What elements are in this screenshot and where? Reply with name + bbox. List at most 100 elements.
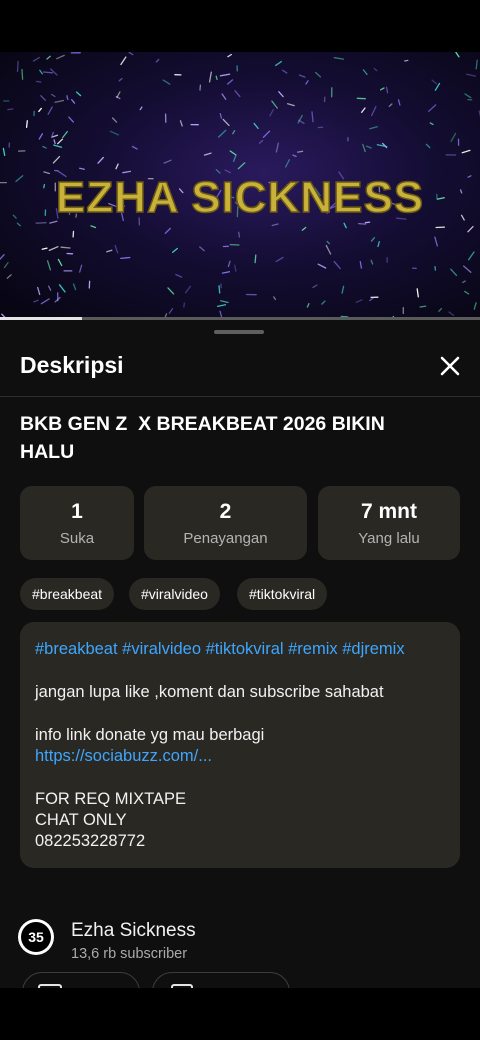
- description-hashtags[interactable]: #breakbeat #viralvideo #tiktokviral #rem…: [35, 640, 405, 659]
- status-bar: [0, 0, 480, 52]
- about-button[interactable]: [152, 972, 290, 988]
- particle: [281, 69, 288, 74]
- channel-avatar[interactable]: 35: [17, 918, 55, 956]
- particle: [50, 68, 58, 76]
- particle: [275, 142, 279, 153]
- particle: [232, 155, 237, 162]
- particle: [397, 99, 401, 106]
- particle: [460, 214, 465, 221]
- particle: [15, 175, 24, 183]
- particle: [271, 100, 278, 109]
- particle: [43, 171, 51, 175]
- particle: [66, 95, 69, 101]
- particle: [341, 285, 345, 294]
- particle: [128, 52, 134, 56]
- particle: [238, 231, 241, 238]
- donate-link[interactable]: https://sociabuzz.com/...: [35, 747, 212, 766]
- particle: [97, 156, 104, 164]
- stat-value: 2: [219, 500, 232, 523]
- particle: [7, 108, 14, 111]
- channel-name[interactable]: Ezha Sickness: [71, 920, 196, 942]
- particle: [16, 222, 21, 227]
- description-sheet: Deskripsi BKB GEN Z X BREAKBEAT 2026 BIK…: [0, 320, 480, 988]
- particle: [57, 258, 63, 267]
- particle: [271, 223, 279, 227]
- particle: [222, 118, 230, 127]
- particle: [227, 260, 231, 268]
- particle: [184, 285, 192, 294]
- particle: [298, 74, 306, 78]
- tag-chip-viralvideo[interactable]: #viralvideo: [129, 578, 220, 610]
- particle: [111, 117, 118, 123]
- particle: [419, 305, 427, 308]
- particle: [301, 226, 307, 231]
- particle: [21, 68, 24, 80]
- particle: [90, 225, 97, 229]
- particle: [321, 300, 326, 305]
- particle: [296, 150, 304, 153]
- particle: [473, 302, 477, 310]
- particle: [120, 256, 131, 260]
- video-player[interactable]: EZHA SICKNESS: [0, 52, 480, 320]
- tag-chip-tiktokviral[interactable]: #tiktokviral: [237, 578, 328, 610]
- particle: [377, 241, 380, 248]
- particle: [203, 152, 212, 156]
- particle: [404, 59, 409, 62]
- particle: [278, 91, 284, 98]
- particle: [434, 82, 441, 91]
- particle: [369, 297, 374, 302]
- particle: [475, 59, 478, 70]
- particle: [131, 145, 138, 150]
- particle: [362, 69, 368, 76]
- particle: [434, 236, 438, 247]
- particle: [38, 107, 42, 113]
- particle: [42, 145, 47, 149]
- particle: [215, 75, 218, 81]
- tag-chip-breakbeat[interactable]: #breakbeat: [20, 578, 115, 610]
- particle: [275, 256, 284, 263]
- particle: [311, 111, 314, 123]
- particle: [466, 73, 477, 77]
- stat-label: Suka: [59, 530, 95, 547]
- particle: [6, 274, 12, 279]
- particle: [208, 71, 212, 83]
- particle: [57, 138, 64, 145]
- particle: [51, 93, 56, 98]
- particle: [287, 103, 295, 107]
- particle: [40, 95, 46, 101]
- particle: [38, 133, 44, 140]
- particle: [227, 53, 233, 58]
- particle: [25, 120, 28, 128]
- particle: [53, 139, 56, 145]
- particle: [237, 162, 246, 170]
- particle: [115, 163, 119, 170]
- particle: [42, 71, 53, 74]
- videos-button[interactable]: [22, 972, 140, 988]
- particle: [0, 254, 5, 260]
- description-text: info link donate yg mau berbagi: [35, 726, 265, 744]
- particle: [39, 69, 43, 75]
- particle: [306, 303, 310, 308]
- particle: [388, 103, 393, 107]
- particle: [462, 280, 466, 284]
- particle: [168, 307, 174, 314]
- particle: [79, 167, 85, 170]
- particle: [16, 60, 19, 73]
- particle: [114, 244, 119, 254]
- drag-handle[interactable]: [214, 330, 264, 334]
- channel-logo: EZHA SICKNESS: [56, 173, 424, 222]
- particle: [312, 284, 318, 289]
- particle: [75, 91, 82, 97]
- description-box: #breakbeat #viralvideo #tiktokviral #rem…: [20, 622, 460, 868]
- stat-label: Yang lalu: [358, 530, 420, 547]
- particle: [455, 52, 460, 58]
- particle: [155, 58, 160, 63]
- particle: [56, 54, 65, 60]
- particle: [220, 300, 229, 304]
- particle: [292, 154, 297, 158]
- particle: [229, 150, 237, 156]
- close-icon: [440, 356, 460, 376]
- channel-avatar-image: 35: [18, 919, 54, 955]
- close-button[interactable]: [434, 350, 466, 382]
- particle: [438, 307, 443, 312]
